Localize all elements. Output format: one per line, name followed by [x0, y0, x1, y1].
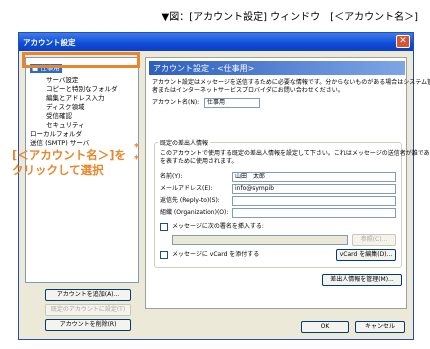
organization-label: 組織 (Organization)(O): — [160, 209, 229, 216]
close-icon[interactable]: ✕ — [396, 35, 410, 48]
name-input[interactable]: 山田 太郎 — [232, 172, 396, 182]
manage-identities-button[interactable]: 差出人情報を管理(M)... — [322, 274, 402, 286]
email-input[interactable]: info@sympib — [232, 184, 396, 194]
tree-item-composition[interactable]: 編集とアドレス入力 — [46, 94, 105, 103]
vcard-checkbox[interactable] — [160, 251, 168, 259]
set-default-button[interactable]: 既定のアカウントに設定(T) — [45, 304, 131, 316]
panel-description-line1: アカウント設定はメッセージを送信するために必要な情報です。分からないものがある場… — [152, 79, 430, 86]
tree-item-local-folders[interactable]: ローカルフォルダ — [30, 130, 82, 139]
tree-item-receipts[interactable]: 受信確認 — [46, 112, 72, 121]
account-name-label: アカウント名(N): — [152, 99, 200, 106]
edit-vcard-button[interactable]: vCard を編集(D)... — [336, 249, 396, 261]
signature-file-input[interactable] — [172, 235, 348, 245]
annotation-star-2: * — [134, 154, 140, 165]
tree-item-copies-folders[interactable]: コピーと特別なフォルダ — [46, 85, 118, 94]
reply-to-label: 返信先 (Reply-to)(S): — [160, 197, 220, 204]
add-account-button[interactable]: アカウントを追加(A)... — [45, 289, 131, 301]
tree-item-server-settings[interactable]: サーバ設定 — [46, 76, 78, 85]
cancel-button[interactable]: キャンセル — [355, 321, 405, 333]
settings-panel: アカウント設定 - <仕事用> アカウント設定はメッセージを送信するために必要な… — [145, 57, 430, 309]
ok-button[interactable]: OK — [301, 321, 349, 333]
identity-description-line2: を表すために使用されます。 — [160, 158, 238, 165]
figure-caption: ▼図：[アカウント設定] ウィンドウ [＜アカウント名＞] — [161, 12, 418, 23]
account-name-input[interactable]: 仕事用 — [204, 98, 260, 108]
delete-account-button[interactable]: アカウントを削除(R) — [45, 319, 131, 331]
name-label: 名前(Y): — [160, 173, 183, 180]
window-title: アカウント設定 — [23, 38, 76, 47]
annotation-line2: クリックして選択 — [12, 163, 104, 177]
account-settings-window: アカウント設定 ✕ ■ 仕事用 サーバ設定 コピーと特別なフォルダ 編集とアドレ… — [18, 32, 430, 340]
signature-label: メッセージに次の署名を挿入する: — [172, 223, 264, 230]
identity-description-line1: このアカウントで使用する既定の差出人情報を設定して下さい。これはメッセージの送信… — [160, 150, 430, 157]
title-bar: アカウント設定 ✕ — [19, 33, 413, 51]
panel-heading: アカウント設定 - <仕事用> — [149, 61, 405, 75]
reply-to-input[interactable] — [232, 196, 396, 206]
annotation-star-1: * — [134, 142, 140, 153]
annotation-text: [＜アカウント名＞]を クリックして選択 — [12, 148, 126, 178]
tree-item-security[interactable]: セキュリティ — [46, 121, 85, 130]
selection-highlight — [22, 52, 140, 68]
organization-input[interactable] — [232, 208, 396, 218]
identity-legend: 既定の差出人情報 — [158, 138, 211, 147]
browse-button[interactable]: 参照(C)... — [352, 234, 396, 246]
annotation-line1: [＜アカウント名＞]を — [12, 148, 127, 162]
vcard-label: メッセージに vCard を添付する — [172, 251, 260, 258]
tree-item-smtp-server[interactable]: 送信 (SMTP) サーバ — [30, 139, 89, 148]
panel-description-line2: 者またはインターネットサービスプロバイダにお問い合わせください。 — [152, 87, 344, 94]
signature-checkbox[interactable] — [160, 223, 168, 231]
tree-item-disk-space[interactable]: ディスク領域 — [46, 103, 85, 112]
email-label: メールアドレス(E): — [160, 185, 213, 192]
